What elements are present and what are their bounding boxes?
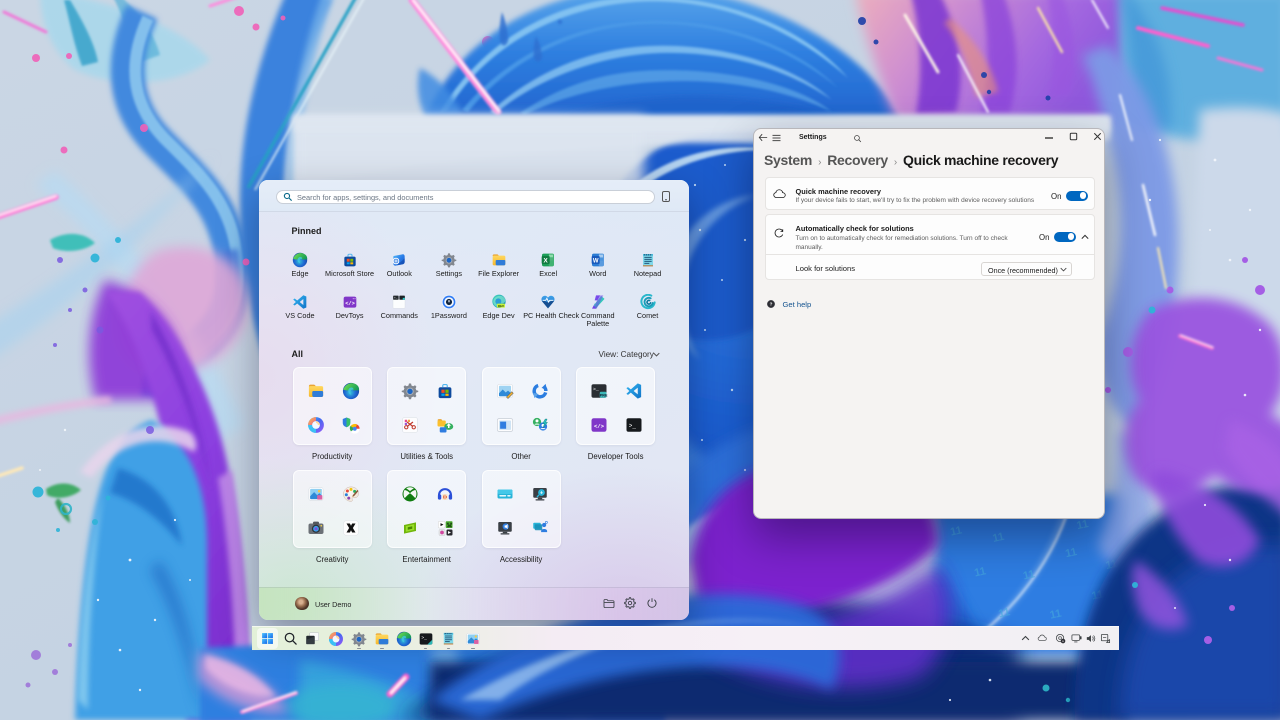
- svg-text:11: 11: [949, 524, 963, 538]
- svg-text:11: 11: [1022, 568, 1036, 582]
- svg-text:>_: >_: [593, 386, 599, 392]
- svg-text:>_: >_: [394, 296, 398, 300]
- svg-text:11: 11: [973, 565, 987, 579]
- svg-text:</>: </>: [594, 423, 605, 430]
- svg-text:PRE: PRE: [600, 393, 608, 397]
- svg-text:11: 11: [997, 606, 1011, 620]
- svg-text:W: W: [593, 258, 599, 264]
- svg-text:×: ×: [1062, 639, 1064, 643]
- svg-text:</>: </>: [345, 301, 355, 307]
- svg-text:11: 11: [1076, 518, 1090, 532]
- svg-text:>_: >_: [629, 422, 637, 429]
- svg-text:+: +: [540, 491, 543, 497]
- svg-text:?: ?: [770, 301, 773, 306]
- svg-text:11: 11: [1064, 546, 1078, 560]
- svg-text:11: 11: [992, 531, 1006, 545]
- svg-text:11: 11: [1049, 608, 1063, 622]
- svg-text:DEV: DEV: [498, 304, 504, 308]
- svg-text:>_: >_: [421, 635, 427, 641]
